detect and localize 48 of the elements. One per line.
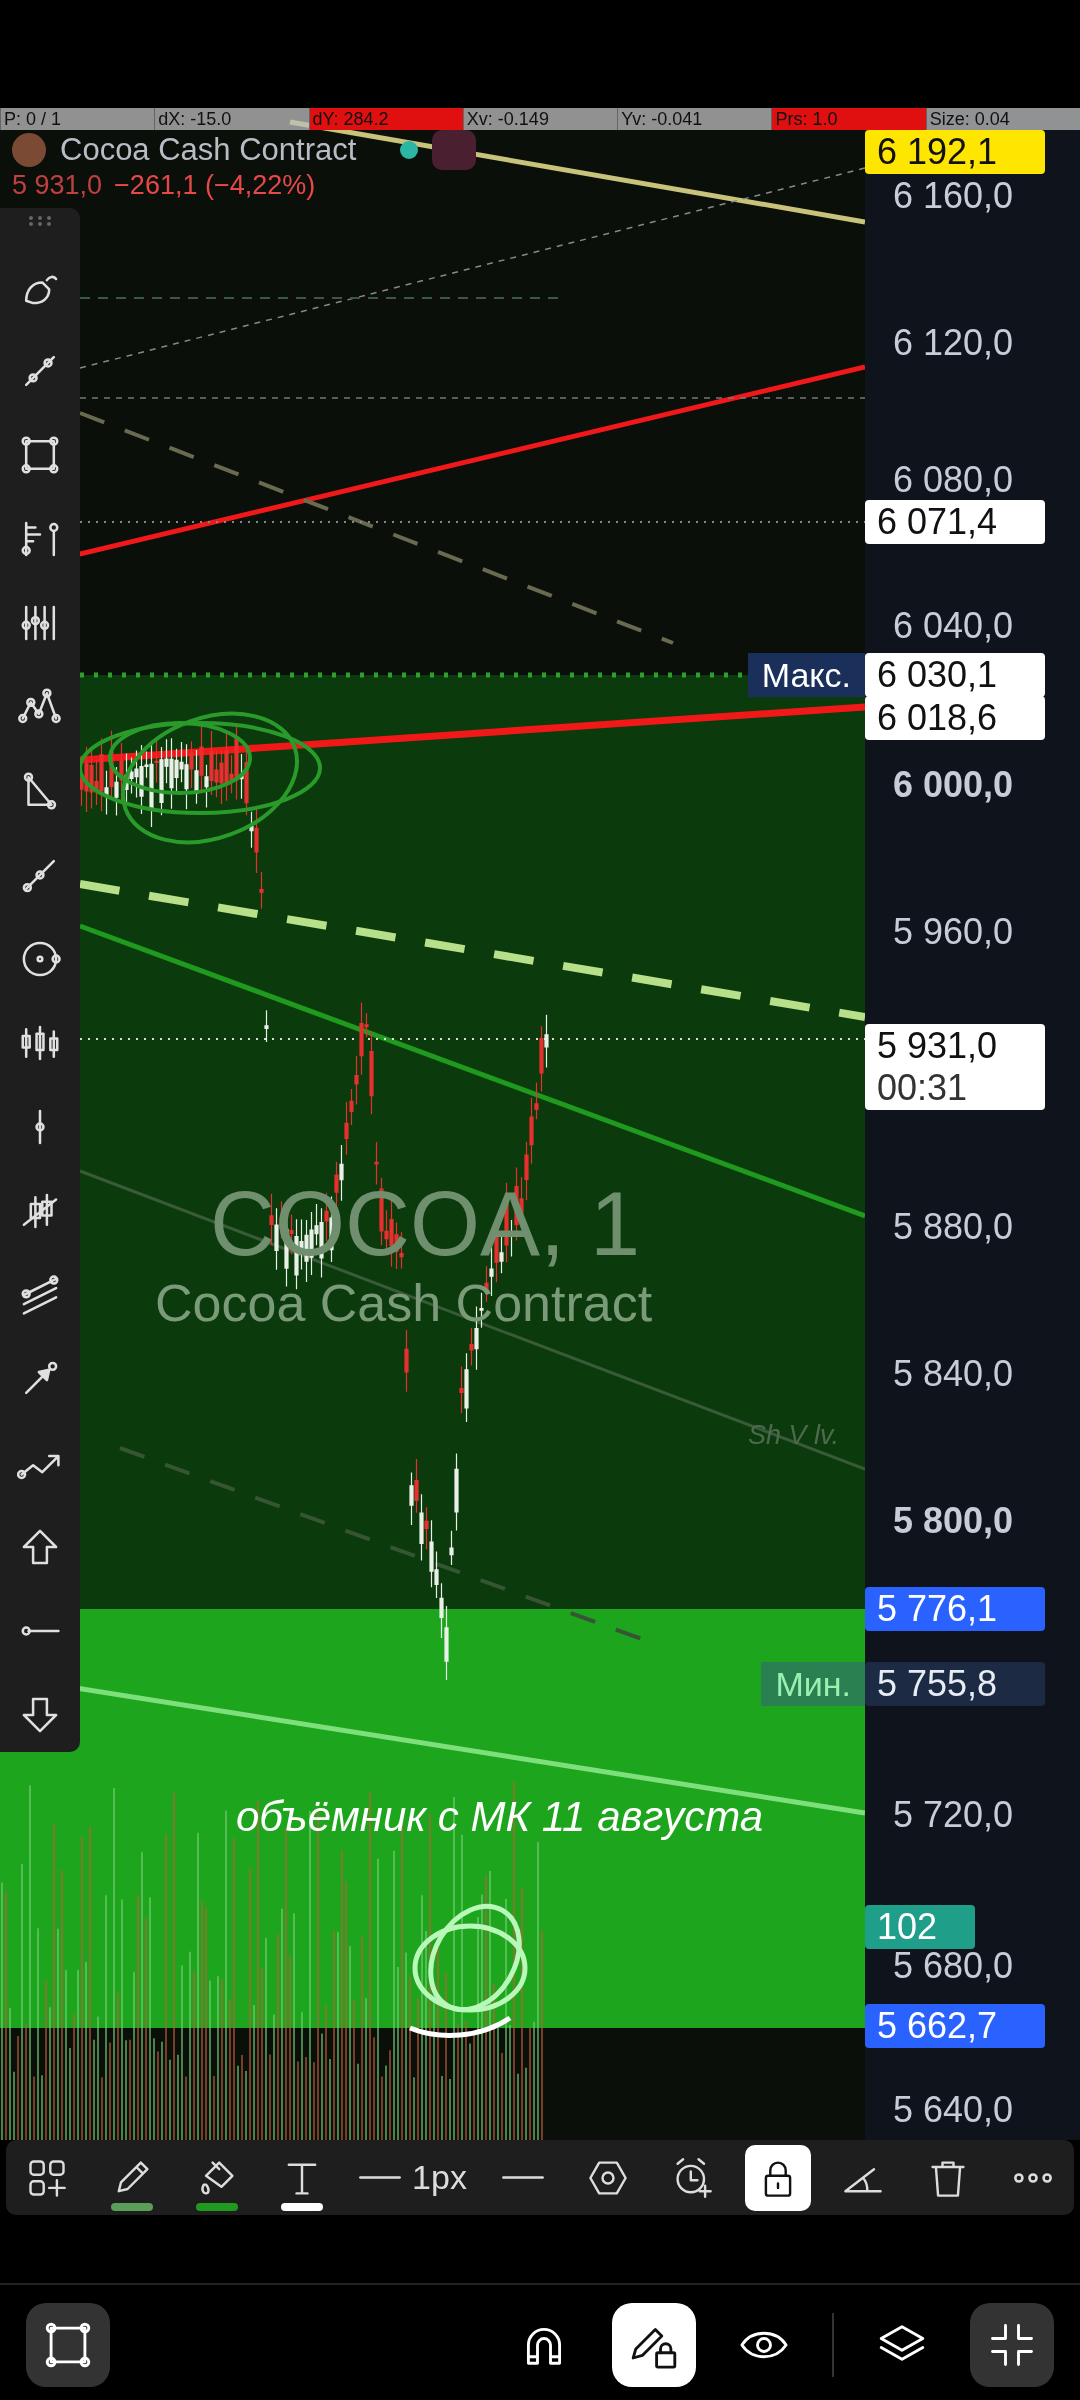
wave-badge-icon	[432, 130, 477, 170]
toolbar-button[interactable]	[744, 2144, 811, 2211]
price-label: 5 776,1	[865, 1587, 1045, 1631]
bottom-bar-button[interactable]	[612, 2303, 696, 2387]
price-label: 6 192,1	[865, 130, 1045, 174]
debug-readout: Xv: -0.149	[462, 108, 618, 130]
price-value: 5 931,0	[12, 170, 103, 201]
line-style-icon	[500, 2175, 545, 2180]
drag-handle-icon[interactable]	[28, 216, 52, 226]
axis-tick: 5 720,0	[893, 1795, 1014, 1835]
axis-tick: 5 640,0	[893, 2090, 1014, 2130]
price-tag: Мин.	[761, 1662, 865, 1706]
price-change: −261,1 (−4,22%)	[114, 170, 316, 201]
axis-tick: 5 800,0	[893, 1501, 1014, 1541]
debug-readout: Size: 0.04	[925, 108, 1080, 130]
symbol-name[interactable]: Cocoa Cash Contract	[60, 132, 357, 168]
debug-readout: dY: 284.2	[308, 108, 463, 130]
bottom-bar-button[interactable]	[26, 2303, 110, 2387]
level-label: Sh V lv.	[748, 1420, 840, 1451]
price-label: 102	[865, 1905, 975, 1949]
toolbar-button[interactable]: 1px	[354, 2144, 471, 2211]
debug-readout: Yv: -0.041	[617, 108, 772, 130]
price-tag: Макс.	[747, 653, 865, 697]
axis-tick: 6 000,0	[893, 765, 1014, 805]
chart-note: объёмник с МК 11 августа	[236, 1793, 763, 1841]
price-label: 5 931,0 00:31	[865, 1024, 1045, 1110]
line-width-icon	[358, 2175, 403, 2180]
price-label: 6 071,4	[865, 500, 1045, 544]
axis-tick: 5 960,0	[893, 912, 1014, 952]
axis-tick: 5 840,0	[893, 1354, 1014, 1394]
price-label: 6 018,6	[865, 696, 1045, 740]
debug-readout: dX: -15.0	[154, 108, 309, 130]
axis-tick: 6 120,0	[893, 323, 1014, 363]
axis-tick: 5 680,0	[893, 1946, 1014, 1986]
symbol-logo-icon	[12, 133, 46, 167]
price-label: 5 755,8	[865, 1662, 1045, 1706]
status-dot-icon	[400, 141, 419, 159]
bottom-bar-button[interactable]	[970, 2303, 1054, 2387]
axis-tick: 6 160,0	[893, 176, 1014, 216]
axis-tick: 5 880,0	[893, 1207, 1014, 1247]
price-label: 5 662,7	[865, 2004, 1045, 2048]
axis-tick: 6 080,0	[893, 460, 1014, 500]
debug-readout: Prs: 1.0	[771, 108, 926, 130]
countdown: 00:31	[877, 1067, 969, 1109]
debug-readout: P: 0 / 1	[0, 108, 155, 130]
price-label: 6 030,1	[865, 653, 1045, 697]
axis-tick: 6 040,0	[893, 606, 1014, 646]
more-icon	[1013, 2171, 1053, 2184]
